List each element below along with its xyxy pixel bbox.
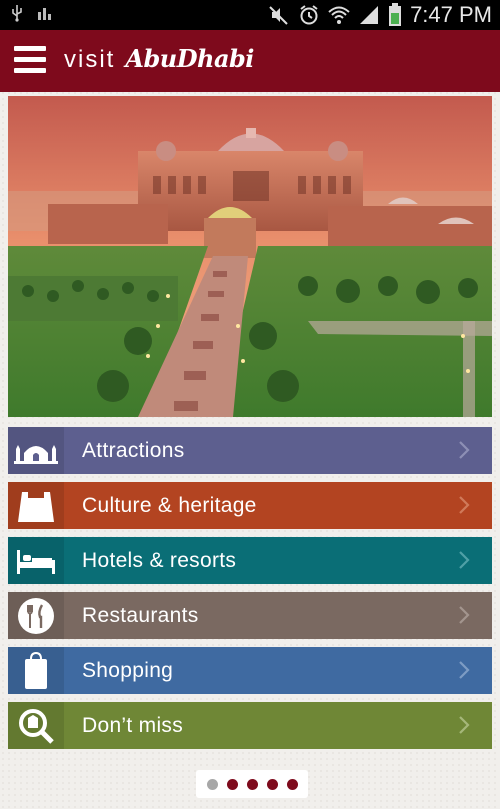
mute-icon bbox=[269, 6, 288, 25]
chevron-right-icon bbox=[459, 661, 470, 679]
signal-icon bbox=[360, 6, 379, 24]
page-dot-3[interactable] bbox=[246, 778, 258, 790]
wifi-icon bbox=[328, 6, 350, 24]
menu-item-label: Culture & heritage bbox=[82, 493, 257, 517]
hero-image[interactable] bbox=[8, 96, 492, 417]
menu-item-label: Restaurants bbox=[82, 603, 199, 627]
menu-item-attractions[interactable]: Attractions bbox=[8, 427, 492, 474]
page-dot-2[interactable] bbox=[226, 778, 238, 790]
battery-icon bbox=[389, 3, 402, 26]
chevron-right-icon bbox=[459, 496, 470, 514]
chevron-right-icon bbox=[459, 551, 470, 569]
bars-icon bbox=[38, 8, 51, 20]
bed-icon bbox=[8, 537, 64, 584]
menu-item-label: Don’t miss bbox=[82, 713, 184, 737]
usb-icon bbox=[12, 5, 22, 22]
menu-item-label: Attractions bbox=[82, 438, 185, 462]
menu-item-culture-heritage[interactable]: Culture & heritage bbox=[8, 482, 492, 529]
page-dot-4[interactable] bbox=[266, 778, 278, 790]
status-bar: 7:47 PM bbox=[0, 0, 500, 30]
menu-item-label: Hotels & resorts bbox=[82, 548, 237, 572]
palace-photo bbox=[8, 96, 492, 417]
shopping-bag-icon bbox=[8, 647, 64, 694]
mosque-icon bbox=[8, 427, 64, 474]
menu-item-restaurants[interactable]: Restaurants bbox=[8, 592, 492, 639]
page-dot-1[interactable] bbox=[206, 778, 218, 790]
hamburger-menu-icon[interactable] bbox=[14, 46, 46, 74]
brand-visit-text: visit bbox=[64, 46, 116, 73]
magnifier-icon bbox=[8, 702, 64, 749]
fort-icon bbox=[8, 482, 64, 529]
cutlery-icon bbox=[8, 592, 64, 639]
menu-item-dont-miss[interactable]: Don’t miss bbox=[8, 702, 492, 749]
menu-item-label: Shopping bbox=[82, 658, 174, 682]
clock-time: 7:47 PM bbox=[410, 2, 492, 27]
page-dot-5[interactable] bbox=[286, 778, 298, 790]
menu-item-hotels-resorts[interactable]: Hotels & resorts bbox=[8, 537, 492, 584]
brand-abudhabi-text: AbuDhabi bbox=[125, 44, 254, 73]
page-indicator bbox=[196, 770, 308, 798]
app-bar: visit AbuDhabi bbox=[0, 30, 500, 92]
chevron-right-icon bbox=[459, 606, 470, 624]
chevron-right-icon bbox=[459, 716, 470, 734]
alarm-icon bbox=[300, 5, 318, 25]
menu-item-shopping[interactable]: Shopping bbox=[8, 647, 492, 694]
chevron-right-icon bbox=[459, 441, 470, 459]
brand-logo: visit AbuDhabi bbox=[64, 44, 254, 74]
